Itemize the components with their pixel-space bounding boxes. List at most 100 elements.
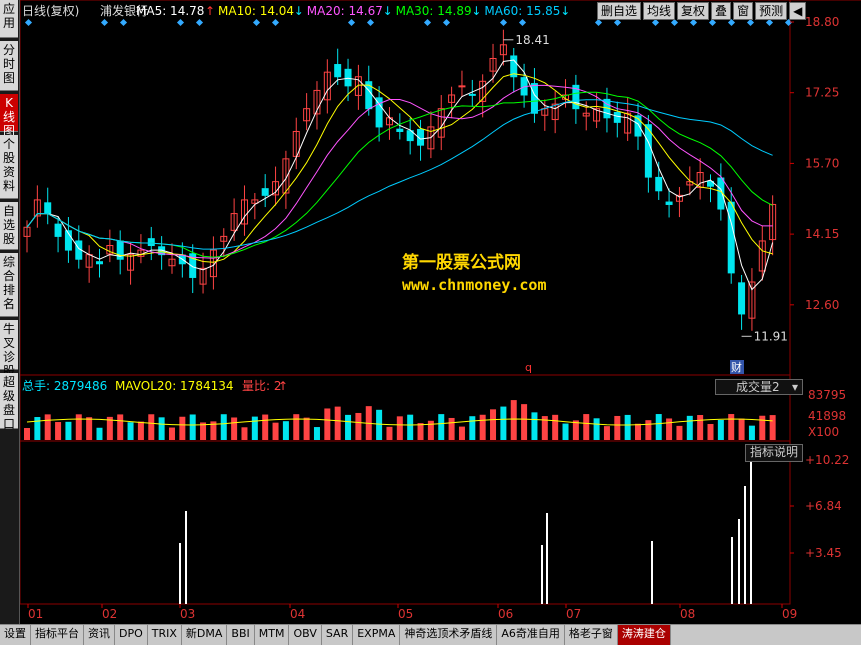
candle-body — [375, 97, 383, 128]
indicator-tab-3[interactable]: DPO — [115, 625, 148, 645]
indicator-tab-5[interactable]: 新DMA — [182, 625, 228, 645]
volume-bar — [583, 414, 590, 440]
sidebar-tab-5[interactable]: 综合排名 — [0, 253, 18, 317]
toolbar-button-2[interactable]: 复权 — [677, 2, 710, 20]
volume-bar — [55, 422, 62, 440]
indicator-tab-9[interactable]: SAR — [322, 625, 354, 645]
volume-bar — [458, 426, 465, 440]
volume-bar — [686, 415, 693, 440]
candle-body — [655, 176, 663, 192]
indicator-help-button[interactable]: 指标说明 — [745, 444, 804, 462]
indicator-tab-7[interactable]: MTM — [255, 625, 290, 645]
volume-bar — [427, 420, 434, 440]
volume-bar — [614, 415, 621, 440]
volume-bar — [324, 408, 331, 440]
sidebar-tab-4[interactable]: 自选股 — [0, 202, 18, 250]
chart-type-label: 日线(复权) — [22, 4, 79, 18]
toolbar-button-3[interactable]: 叠 — [711, 2, 732, 20]
sidebar-tab-0[interactable]: 应用 — [0, 0, 18, 38]
candle-body — [147, 238, 155, 247]
sidebar-tab-3[interactable]: 个股资料 — [0, 135, 18, 199]
indicator-tab-11[interactable]: 神奇选顶术矛盾线 — [400, 625, 498, 645]
volume-bar — [65, 421, 72, 440]
signal-diamond — [347, 18, 356, 27]
volume-bar — [655, 414, 662, 440]
indicator-tab-0[interactable]: 设置 — [0, 625, 31, 645]
volume-bar — [231, 417, 238, 440]
watermark-title: 第一股票公式网 — [402, 253, 521, 273]
volume-bar — [189, 414, 196, 440]
ma-label-2: MA20: 14.67 — [307, 4, 383, 18]
volume-indicator-select[interactable]: 成交量2 ▾ — [715, 379, 803, 395]
indicator-tab-1[interactable]: 指标平台 — [31, 625, 84, 645]
candle-body — [95, 261, 103, 265]
volume-axis-label-2: X100 — [808, 425, 839, 439]
indicator-tab-12[interactable]: A6奇准自用 — [497, 625, 565, 645]
indicator-axis-label-0: +10.22 — [805, 453, 849, 467]
ma-label-1: MA10: 14.04 — [218, 4, 294, 18]
ma-label-0: MA5: 14.78 — [136, 4, 204, 18]
indicator-tab-10[interactable]: EXPMA — [353, 625, 401, 645]
signal-diamond — [271, 18, 280, 27]
signal-diamond — [195, 18, 204, 27]
toolbar-button-1[interactable]: 均线 — [643, 2, 676, 20]
sidebar-tab-6[interactable]: 牛叉诊股 — [0, 320, 18, 378]
signal-diamond — [499, 18, 508, 27]
candle-body — [468, 93, 476, 96]
candle-body — [334, 64, 342, 78]
volume-bar — [117, 414, 124, 440]
volume-bar — [552, 414, 559, 440]
signal-diamond — [366, 18, 375, 27]
event-marker-cai: 财 — [731, 360, 742, 374]
indicator-tab-14[interactable]: 涛涛建仓 — [617, 625, 671, 645]
x-axis-label-4: 05 — [398, 607, 413, 621]
sidebar-tab-2[interactable]: K线图 — [0, 94, 18, 138]
indicator-tab-bar: 设置 指标平台 资讯 DPO TRIX 新DMA BBI MTM OBV SAR EXPMA 神奇选顶… — [0, 624, 861, 645]
volume-bar — [490, 409, 497, 440]
candle-body — [44, 202, 52, 215]
low-price-label: 11.91 — [754, 329, 788, 343]
toolbar-button-0[interactable]: 删自选 — [597, 2, 642, 20]
candle-body — [54, 223, 62, 237]
indicator-tab-4[interactable]: TRIX — [148, 625, 182, 645]
indicator-tab-6[interactable]: BBI — [227, 625, 255, 645]
x-axis-label-7: 08 — [680, 607, 695, 621]
x-axis-label-8: 09 — [782, 607, 797, 621]
kline-chart[interactable]: 日线(复权) 浦发银行MA5: 14.78 ↑ MA10: 14.04 ↓ MA20: 1… — [20, 0, 861, 624]
sidebar-tab-7[interactable]: 超级盘口 — [0, 373, 18, 431]
price-axis-label-2: 15.70 — [805, 156, 839, 170]
volume-bar — [645, 420, 652, 440]
collapse-arrow-icon[interactable]: ◀ — [789, 2, 807, 20]
volume-bar — [717, 419, 724, 440]
volume-bar — [438, 414, 445, 440]
volume-bar — [24, 428, 30, 440]
indicator-tab-2[interactable]: 资讯 — [84, 625, 115, 645]
signal-diamond — [518, 18, 527, 27]
volume-bar — [220, 414, 227, 440]
volume-bar — [666, 418, 673, 440]
x-axis-label-3: 04 — [290, 607, 305, 621]
signal-diamond — [423, 18, 432, 27]
volume-bar — [448, 417, 455, 440]
sidebar-tab-1[interactable]: 分时图 — [0, 41, 18, 91]
volume-bar — [127, 422, 134, 440]
ma-label-3: MA30: 14.89 — [396, 4, 472, 18]
indicator-tab-13[interactable]: 格老子窗 — [565, 625, 618, 645]
volume-bar — [603, 426, 610, 440]
toolbar-button-5[interactable]: 预测 — [755, 2, 788, 20]
volume-bar — [376, 409, 383, 440]
signal-diamond — [613, 18, 622, 27]
ma-arrow-4: ↓ — [560, 4, 570, 18]
signal-diamond — [765, 18, 774, 27]
volume-bar — [345, 414, 352, 440]
toolbar-button-4[interactable]: 窗 — [733, 2, 754, 20]
volume-bar — [562, 423, 569, 440]
mavol-label: MAVOL20: 1784134 — [115, 379, 234, 393]
volume-bar — [241, 427, 248, 440]
volume-ratio-arrow: ↑ — [278, 379, 288, 393]
volume-bar — [738, 418, 745, 440]
volume-bar — [707, 423, 714, 440]
volume-bar — [293, 414, 300, 440]
indicator-tab-8[interactable]: OBV — [289, 625, 322, 645]
volume-bar — [262, 414, 269, 440]
